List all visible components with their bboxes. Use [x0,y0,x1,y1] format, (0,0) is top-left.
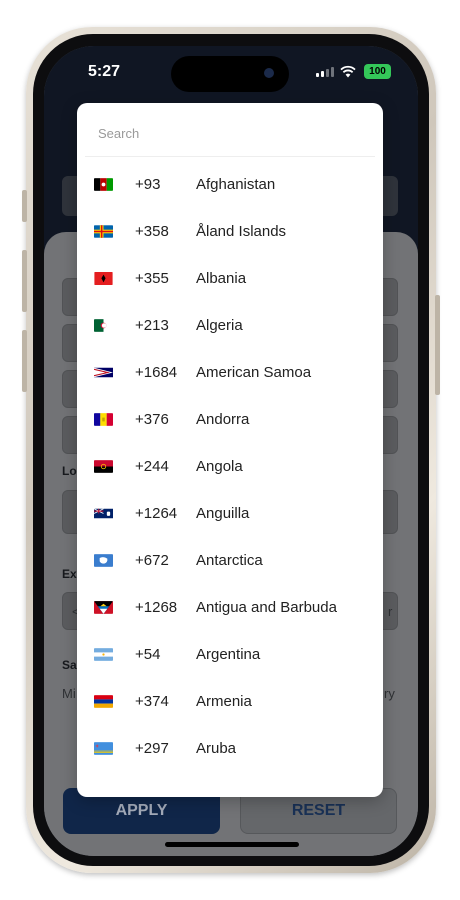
andorra-flag-icon [94,413,113,426]
country-dial-code: +54 [135,646,161,663]
country-dial-code: +1268 [135,599,178,616]
country-name: Aruba [196,740,237,757]
country-row[interactable]: +54 Argentina [77,631,383,678]
country-name: Armenia [196,693,252,710]
algeria-flag-icon [94,319,113,332]
country-row[interactable]: +93 Afghanistan [77,161,383,208]
country-dial-code: +244 [135,458,169,475]
country-name: Andorra [196,411,250,428]
country-dial-code: +297 [135,740,169,757]
country-list: +93 Afghanistan +358 Åland Islands +355 Alban… [77,161,383,772]
country-row[interactable]: +1264 Anguilla [77,490,383,537]
country-dial-code: +358 [135,223,169,240]
country-name: Anguilla [196,505,250,522]
armenia-flag-icon [94,695,113,708]
country-row[interactable]: +297 Aruba [77,725,383,772]
cellular-signal-icon [316,67,334,77]
home-indicator [165,842,299,847]
country-picker-modal: Search +93 Afghanistan +358 Åland Islands +3… [77,103,383,797]
argentina-flag-icon [94,648,113,661]
country-dial-code: +355 [135,270,169,287]
country-dial-code: +672 [135,552,169,569]
afghanistan-flag-icon [94,178,113,191]
country-row[interactable]: +672 Antarctica [77,537,383,584]
country-dial-code: +1684 [135,364,178,381]
country-dial-code: +376 [135,411,169,428]
country-row[interactable]: +374 Armenia [77,678,383,725]
antarctica-flag-icon [94,554,113,567]
country-row[interactable]: +1684 American Samoa [77,349,383,396]
country-dial-code: +93 [135,176,161,193]
country-dial-code: +1264 [135,505,178,522]
country-search-input[interactable]: Search [85,111,375,157]
country-row[interactable]: +376 Andorra [77,396,383,443]
country-row[interactable]: +213 Algeria [77,302,383,349]
phone-power-button [435,295,440,395]
country-name: Antigua and Barbuda [196,599,337,616]
status-bar: 5:27 100 [44,46,418,96]
status-time: 5:27 [88,63,121,80]
phone-volume-down-button [22,330,27,392]
phone-screen: Lo Ex < r Sa Mi ry APPLY RESET 5:27 100 … [44,46,418,856]
phone-volume-up-button [22,250,27,312]
country-name: Åland Islands [196,223,287,240]
country-name: Algeria [196,317,243,334]
country-row[interactable]: +355 Albania [77,255,383,302]
wifi-icon [340,65,356,78]
phone-side-button [22,190,27,222]
angola-flag-icon [94,460,113,473]
country-name: American Samoa [196,364,312,381]
anguilla-flag-icon [94,507,113,520]
camera-icon [264,68,274,78]
country-row[interactable]: +1268 Antigua and Barbuda [77,584,383,631]
battery-icon: 100 [364,64,391,79]
country-name: Antarctica [196,552,263,569]
aland-islands-flag-icon [94,225,113,238]
country-name: Albania [196,270,247,287]
country-dial-code: +374 [135,693,169,710]
country-row[interactable]: +244 Angola [77,443,383,490]
country-dial-code: +213 [135,317,169,334]
albania-flag-icon [94,272,113,285]
antigua-barbuda-flag-icon [94,601,113,614]
country-name: Angola [196,458,243,475]
aruba-flag-icon [94,742,113,755]
country-name: Afghanistan [196,176,276,193]
country-row[interactable]: +358 Åland Islands [77,208,383,255]
country-name: Argentina [196,646,261,663]
american-samoa-flag-icon [94,366,113,379]
